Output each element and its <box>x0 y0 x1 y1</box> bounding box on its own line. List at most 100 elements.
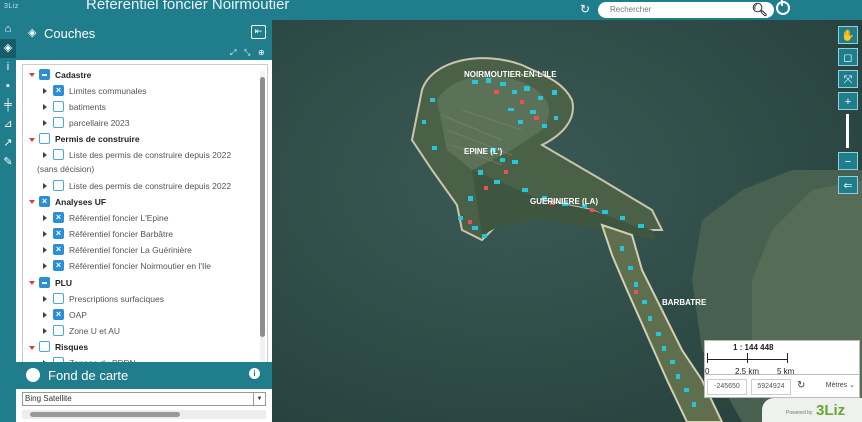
globe-icon <box>26 368 40 382</box>
layer-checkbox[interactable] <box>53 180 64 191</box>
scale-tick <box>747 353 748 363</box>
caret-right-icon[interactable] <box>43 88 47 94</box>
pan-icon[interactable]: ✋ <box>838 26 858 44</box>
measure-icon[interactable]: ⊿ <box>0 115 16 134</box>
coordinates-panel: -245650 5924924 ↻ Mètres ⌄ <box>704 374 860 398</box>
info-icon[interactable]: i <box>249 368 260 379</box>
zoom-out-button[interactable]: − <box>838 152 858 170</box>
layer-checkbox-analyses[interactable]: × <box>39 196 50 207</box>
comment-icon[interactable]: ▪ <box>0 77 16 96</box>
coord-x: -245650 <box>707 379 747 395</box>
collapse-all-icon[interactable]: ⤡ <box>244 48 250 58</box>
group-analyses: Analyses UF <box>55 197 107 207</box>
caret-down-icon[interactable] <box>29 346 35 350</box>
scale-ratio: 1 : 144 448 <box>733 343 774 352</box>
layer-item: Référentiel foncier Barbâtre <box>69 229 173 239</box>
coord-y: 5924924 <box>751 379 791 395</box>
layer-checkbox[interactable]: × <box>53 260 64 271</box>
layer-checkbox-plu[interactable] <box>39 277 50 288</box>
layer-item: Limites communales <box>69 86 147 96</box>
pencil-icon[interactable]: ✎ <box>0 153 16 172</box>
group-permis: Permis de construire <box>55 134 140 144</box>
layer-checkbox[interactable] <box>53 117 64 128</box>
zoom-layer-icon[interactable]: ⊕ <box>258 48 265 57</box>
powered-by-badge[interactable]: Powered by 3Liz <box>762 398 862 422</box>
layers-panel: ◈ Couches ⇤ ⤢ ⤡ ⊕ Cadastre × Limites com… <box>16 20 272 422</box>
caret-right-icon[interactable] <box>43 231 47 237</box>
layer-item: Liste des permis de construire depuis 20… <box>69 181 232 191</box>
layer-checkbox[interactable]: × <box>53 244 64 255</box>
layer-checkbox[interactable]: × <box>53 85 64 96</box>
layer-checkbox[interactable] <box>53 293 64 304</box>
caret-right-icon[interactable] <box>43 120 47 126</box>
search-icon[interactable]: 🔍︎ <box>751 2 768 18</box>
basemap-select[interactable]: Bing Satellite ▼ <box>22 392 266 406</box>
layers-panel-header: ◈ Couches ⇤ <box>16 20 272 48</box>
hscroll-thumb[interactable] <box>30 412 180 417</box>
layer-item: Référentiel foncier L'Epine <box>69 213 169 223</box>
caret-right-icon[interactable] <box>43 215 47 221</box>
basemap-title: Fond de carte <box>48 368 129 383</box>
refresh-icon[interactable]: ↻ <box>797 380 805 391</box>
layer-checkbox-risques[interactable] <box>39 341 50 352</box>
layer-checkbox[interactable] <box>53 325 64 336</box>
layer-checkbox[interactable] <box>53 101 64 112</box>
powered-by-text: Powered by <box>786 410 813 416</box>
layers-icon[interactable]: ◈ <box>0 39 16 58</box>
layer-item: parcellaire 2023 <box>69 118 130 128</box>
caret-down-icon[interactable] <box>29 200 35 204</box>
refresh-icon[interactable]: ↻ <box>580 2 590 16</box>
layer-item-continued: (sans décision) <box>37 164 95 174</box>
caret-right-icon[interactable] <box>43 183 47 189</box>
layer-checkbox-cadastre[interactable] <box>39 69 50 80</box>
zoom-box-icon[interactable]: ◻ <box>838 48 858 66</box>
logo: 3Liz <box>4 3 19 10</box>
layer-item: OAP <box>69 310 87 320</box>
layers-panel-title: Couches <box>44 26 96 41</box>
collapse-panel-button[interactable]: ⇤ <box>251 25 266 39</box>
zoom-in-button[interactable]: + <box>838 92 858 110</box>
caret-down-icon[interactable] <box>29 138 35 142</box>
layer-checkbox[interactable]: × <box>53 228 64 239</box>
panel-hscrollbar[interactable] <box>22 410 266 419</box>
power-icon[interactable] <box>776 0 790 15</box>
app-title: Référentiel foncier Noirmoutier <box>86 0 290 13</box>
search-input[interactable] <box>610 5 730 14</box>
layer-checkbox[interactable] <box>53 149 64 160</box>
caret-right-icon[interactable] <box>43 312 47 318</box>
caret-right-icon[interactable] <box>43 104 47 110</box>
info-icon[interactable]: i <box>0 58 16 77</box>
zoom-extent-icon[interactable]: ⤧ <box>838 70 858 88</box>
basemap-header: Fond de carte i <box>16 362 272 389</box>
caret-right-icon[interactable] <box>43 328 47 334</box>
group-plu: PLU <box>55 278 72 288</box>
basemap-selected-value: Bing Satellite <box>25 394 72 403</box>
units-select[interactable]: Mètres ⌄ <box>826 381 855 389</box>
caret-right-icon[interactable] <box>43 263 47 269</box>
scrollbar-thumb[interactable] <box>260 77 265 337</box>
previous-view-icon[interactable]: ⇐ <box>838 176 858 194</box>
layer-item: Zone U et AU <box>69 326 121 336</box>
layer-tree: Cadastre × Limites communales batiments … <box>22 64 268 376</box>
layer-checkbox-permis[interactable] <box>39 133 50 144</box>
caret-right-icon[interactable] <box>43 247 47 253</box>
caret-right-icon[interactable] <box>43 296 47 302</box>
group-cadastre: Cadastre <box>55 70 92 80</box>
caret-right-icon[interactable] <box>43 152 47 158</box>
home-icon[interactable]: ⌂ <box>0 20 16 39</box>
edit-icon[interactable]: ╪ <box>0 96 16 115</box>
units-value: Mètres <box>825 382 848 389</box>
search-box[interactable]: 🔍︎ <box>598 2 774 18</box>
layer-checkbox[interactable]: × <box>53 309 64 320</box>
share-icon[interactable]: ↗ <box>0 134 16 153</box>
zoom-slider[interactable] <box>846 114 849 148</box>
expand-all-icon[interactable]: ⤢ <box>230 48 236 58</box>
scale-tick <box>787 353 788 363</box>
dropdown-arrow-icon[interactable]: ▼ <box>253 393 265 405</box>
layers-toolbar: ⤢ ⤡ ⊕ <box>16 48 272 60</box>
layer-tree-scrollbar[interactable] <box>260 71 265 371</box>
app-header: 3Liz Référentiel foncier Noirmoutier ↻ 🔍… <box>0 0 862 20</box>
caret-down-icon[interactable] <box>29 281 35 285</box>
caret-down-icon[interactable] <box>29 73 35 77</box>
layer-checkbox[interactable]: × <box>53 212 64 223</box>
